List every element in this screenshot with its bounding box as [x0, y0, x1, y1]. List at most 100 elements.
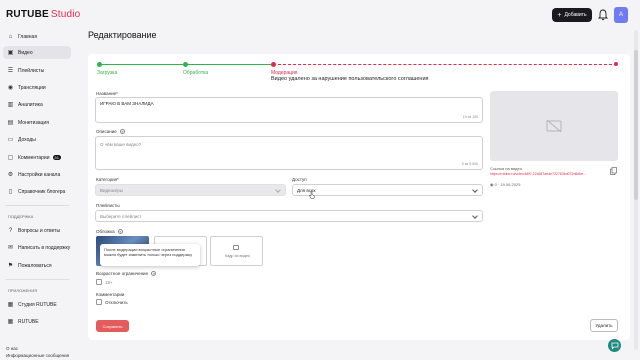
- info-icon[interactable]: ?: [119, 129, 125, 134]
- sidebar-item-monetization[interactable]: ▤ Монетизация: [3, 116, 71, 129]
- sidebar-item-broadcasts[interactable]: ◉ Трансляции: [3, 81, 71, 94]
- sidebar-item-video[interactable]: ▣ Видео: [3, 46, 71, 59]
- delete-button[interactable]: Удалить: [590, 319, 618, 332]
- monetization-icon: ▤: [7, 120, 14, 126]
- avatar[interactable]: А: [614, 7, 628, 23]
- studio-app-icon: ▦: [7, 302, 14, 308]
- sidebar-item-contact-support[interactable]: ✉ Написать в поддержку: [3, 241, 71, 254]
- sidebar-item-blogger-guide[interactable]: ▯ Справочник блогера: [3, 185, 71, 198]
- add-button[interactable]: + Добавить: [552, 8, 592, 22]
- footer-info-link[interactable]: Информационные сообщения: [6, 353, 69, 358]
- sidebar-support-heading: ПОДДЕРЖКА: [8, 214, 34, 219]
- comments-option-label: Отключить: [105, 300, 128, 305]
- video-stats-text: 0 · 19.06.2025: [494, 182, 521, 187]
- broadcast-icon: ◉: [7, 85, 14, 91]
- scrollbar-thumb[interactable]: [634, 50, 638, 200]
- page-title: Редактирование: [88, 30, 157, 40]
- logo[interactable]: RUTUBE Studio: [6, 9, 80, 20]
- description-field[interactable]: О чём ваше видео? 0 из 5 000: [95, 136, 483, 170]
- video-link-label: Ссылка на видео: [490, 166, 522, 171]
- age-label: Возрастное ограничение ?: [96, 271, 157, 276]
- video-icon: ▣: [7, 50, 14, 56]
- chevron-down-icon: [472, 213, 478, 219]
- sidebar-item-label: Настройки канала: [18, 171, 61, 178]
- cover-frame-button[interactable]: Кадр из видео: [210, 236, 263, 266]
- sidebar-item-label: Комментарии: [18, 154, 50, 161]
- sidebar-item-playlists[interactable]: ☰ Плейлисты: [3, 64, 71, 77]
- settings-icon: ⚙: [7, 172, 14, 178]
- comment-icon: ▢: [7, 155, 14, 161]
- playlists-placeholder: Выберите плейлист: [100, 214, 142, 219]
- sidebar-apps-heading: ПРИЛОЖЕНИЯ: [8, 288, 38, 293]
- name-field[interactable]: ИГРАЮ В ВАМ ЗНАЛИДА 19 из 100: [95, 97, 483, 123]
- access-select[interactable]: Для всех: [292, 184, 483, 196]
- save-button[interactable]: Сохранить: [96, 320, 129, 332]
- footer-about-link[interactable]: О нас: [6, 346, 18, 351]
- description-placeholder: О чём ваше видео?: [100, 142, 142, 147]
- chevron-down-icon: [472, 187, 478, 193]
- video-preview: [490, 91, 618, 161]
- sidebar-item-channel-settings[interactable]: ⚙ Настройки канала: [3, 168, 71, 181]
- playlist-icon: ☰: [7, 68, 14, 74]
- sidebar-item-label: RUTUBE: [18, 318, 39, 325]
- cover-label-text: Обложка: [96, 229, 115, 234]
- step-end-icon: [614, 62, 618, 66]
- access-label: Доступ: [292, 177, 307, 182]
- step-line: [273, 64, 617, 65]
- sidebar-item-analytics[interactable]: ▥ Аналитика: [3, 98, 71, 111]
- sidebar-item-comments[interactable]: ▢ Комментарии 51: [3, 151, 71, 164]
- bell-icon[interactable]: [598, 9, 608, 21]
- sidebar-item-income[interactable]: ▭ Доходы: [3, 133, 71, 146]
- scrollbar[interactable]: [634, 30, 638, 350]
- name-counter: 19 из 100: [462, 115, 478, 119]
- help-chat-button[interactable]: [608, 339, 621, 352]
- info-icon[interactable]: ?: [151, 271, 157, 276]
- frame-icon: [233, 245, 239, 250]
- description-counter: 0 из 5 000: [461, 162, 478, 166]
- moderation-note: Видео удалено за нарушение пользовательс…: [271, 76, 429, 82]
- sidebar-item-studio-app[interactable]: ▦ Студия RUTUBE: [3, 298, 71, 311]
- comments-checkbox[interactable]: [96, 299, 102, 305]
- step-upload-label: Загрузка: [97, 70, 118, 76]
- sidebar-item-label: Аналитика: [18, 101, 43, 108]
- sidebar-item-label: Написать в поддержку: [18, 244, 71, 251]
- tooltip-text: После модерации возрастные ограничения м…: [104, 247, 193, 257]
- playlists-select[interactable]: Выберите плейлист: [95, 210, 483, 222]
- save-button-label: Сохранить: [102, 323, 123, 329]
- sidebar-item-label: Справочник блогера: [18, 188, 66, 195]
- chat-icon: [611, 342, 618, 349]
- sidebar-item-label: Плейлисты: [18, 67, 45, 74]
- sidebar-item-rutube-app[interactable]: ▦ RUTUBE: [3, 315, 71, 328]
- sidebar-item-label: Монетизация: [18, 119, 49, 126]
- step-processing-label: Обработка: [183, 70, 209, 76]
- step-line: [99, 64, 183, 65]
- no-video-icon: [546, 119, 562, 133]
- description-label-text: Описание: [96, 129, 117, 134]
- step-line: [185, 64, 271, 65]
- book-icon: ▯: [8, 189, 13, 195]
- sidebar-item-label: Вопросы и ответы: [18, 227, 61, 234]
- sidebar-item-label: Пожаловаться: [18, 262, 52, 269]
- age-restriction-tooltip: После модерации возрастные ограничения м…: [100, 244, 200, 266]
- video-stats: ◉ 0 · 19.06.2025: [490, 182, 520, 187]
- sidebar-item-home[interactable]: ⌂ Главная: [3, 30, 71, 43]
- chevron-down-icon: [275, 187, 281, 193]
- step-error-icon: [271, 62, 276, 67]
- sidebar: ⌂ Главная ▣ Видео ☰ Плейлисты ◉ Трансляции ▥…: [0, 30, 80, 360]
- copy-icon[interactable]: [610, 167, 617, 175]
- info-icon[interactable]: ?: [117, 229, 123, 234]
- logo-suffix: Studio: [50, 9, 81, 20]
- question-icon: ?: [8, 227, 13, 234]
- age-label-text: Возрастное ограничение: [96, 271, 149, 276]
- rutube-app-icon: ▦: [7, 319, 14, 325]
- sidebar-item-faq[interactable]: ? Вопросы и ответы: [3, 224, 71, 237]
- add-button-label: Добавить: [564, 12, 587, 18]
- name-value: ИГРАЮ В ВАМ ЗНАЛИДА: [100, 101, 154, 106]
- sidebar-item-report[interactable]: ⚑ Пожаловаться: [3, 259, 71, 272]
- comments-label: Комментарии: [96, 292, 125, 297]
- sidebar-item-label: Видео: [18, 49, 33, 56]
- age-checkbox[interactable]: [96, 279, 102, 285]
- category-value: Видеоигры: [100, 188, 124, 193]
- edit-card: Загрузка Обработка Модерация Видео удале…: [88, 54, 630, 340]
- video-link[interactable]: https://rutube.ru/video/b8f7-22c657aede7…: [490, 172, 605, 176]
